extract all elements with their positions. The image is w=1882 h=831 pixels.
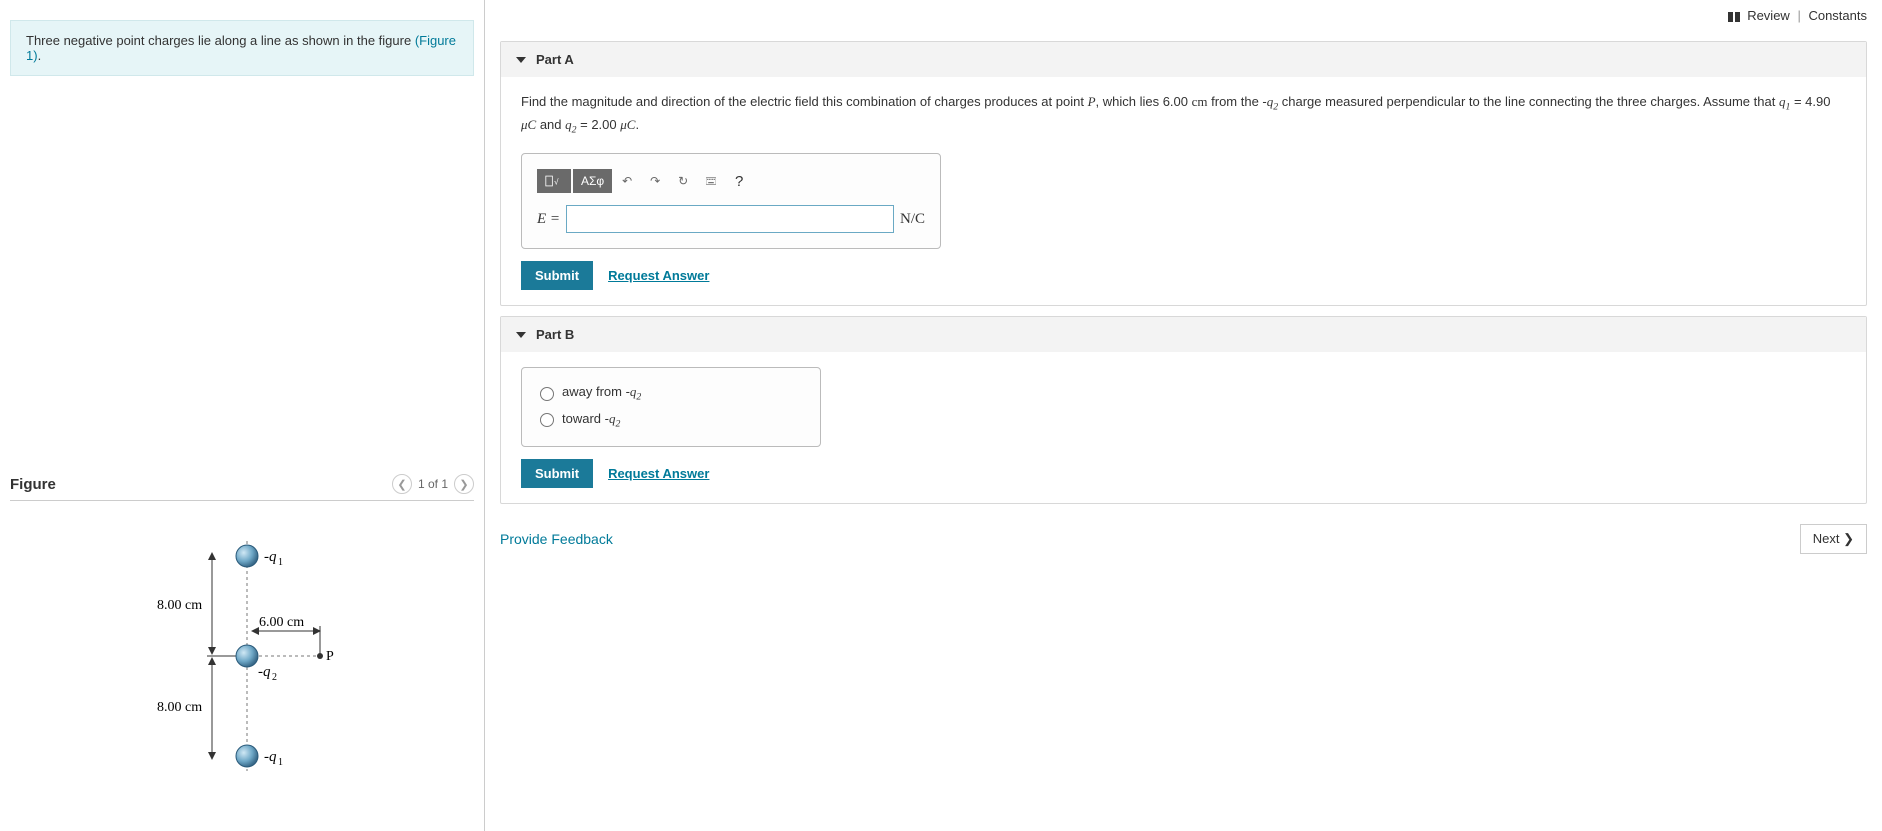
- q-unit: μC: [521, 117, 536, 132]
- q-unit: cm: [1192, 94, 1208, 109]
- part-b-section: Part B away from -q2 toward -q2 Submit R…: [500, 316, 1867, 503]
- templates-button[interactable]: √: [537, 169, 571, 193]
- answer-box: √ ΑΣφ ↶ ↷ ↻ ? E = N/C: [521, 153, 941, 249]
- redo-button[interactable]: ↷: [642, 169, 668, 193]
- svg-text:2: 2: [272, 672, 277, 683]
- q-text: .: [635, 117, 639, 132]
- answer-input[interactable]: [566, 205, 894, 233]
- option-label: toward -q2: [562, 411, 620, 430]
- part-a-question: Find the magnitude and direction of the …: [521, 92, 1846, 138]
- chevron-down-icon: [516, 332, 526, 338]
- svg-text:8.00 cm: 8.00 cm: [157, 700, 202, 715]
- option-away[interactable]: away from -q2: [540, 380, 802, 407]
- top-links: Review | Constants: [485, 0, 1882, 31]
- radio-toward[interactable]: [540, 413, 554, 427]
- provide-feedback-link[interactable]: Provide Feedback: [500, 531, 613, 547]
- part-a-section: Part A Find the magnitude and direction …: [500, 41, 1867, 306]
- review-link[interactable]: Review: [1747, 8, 1790, 23]
- templates-icon: √: [545, 174, 563, 188]
- svg-text:√: √: [554, 178, 559, 187]
- radio-away[interactable]: [540, 387, 554, 401]
- radio-options: away from -q2 toward -q2: [521, 367, 821, 446]
- svg-text:-q: -q: [264, 749, 277, 765]
- svg-text:1: 1: [278, 757, 283, 768]
- request-answer-a[interactable]: Request Answer: [608, 268, 709, 283]
- equation-toolbar: √ ΑΣφ ↶ ↷ ↻ ?: [537, 169, 925, 193]
- keyboard-icon: [706, 175, 716, 187]
- help-button[interactable]: ?: [726, 169, 752, 193]
- figure-next-button[interactable]: ❯: [454, 474, 474, 494]
- part-b-header[interactable]: Part B: [501, 317, 1866, 352]
- symbols-button[interactable]: ΑΣφ: [573, 169, 612, 193]
- q-unit: μC: [620, 117, 635, 132]
- q-var: P: [1088, 94, 1096, 109]
- problem-intro: Three negative point charges lie along a…: [10, 20, 474, 76]
- intro-text: Three negative point charges lie along a…: [26, 33, 415, 48]
- intro-suffix: .: [38, 48, 42, 63]
- separator: |: [1797, 8, 1800, 23]
- svg-text:1: 1: [278, 557, 283, 568]
- submit-button-b[interactable]: Submit: [521, 459, 593, 488]
- part-b-title: Part B: [536, 327, 574, 342]
- right-panel: Review | Constants Part A Find the magni…: [485, 0, 1882, 831]
- feedback-row: Provide Feedback Next ❯: [485, 514, 1882, 569]
- figure-nav: ❮ 1 of 1 ❯: [392, 474, 474, 494]
- flag-icon: [1728, 12, 1740, 22]
- q-var: q1: [1779, 94, 1790, 109]
- answer-unit: N/C: [900, 211, 925, 228]
- keyboard-button[interactable]: [698, 169, 724, 193]
- q-text: = 2.00: [577, 117, 621, 132]
- chevron-down-icon: [516, 57, 526, 63]
- figure-diagram: -q1 -q2 -q1 P 8.00 cm 8.00 cm 6.00 cm: [127, 521, 357, 781]
- request-answer-b[interactable]: Request Answer: [608, 466, 709, 481]
- part-a-title: Part A: [536, 52, 574, 67]
- equals: =: [546, 211, 560, 227]
- opt-text: toward -: [562, 411, 609, 426]
- submit-button-a[interactable]: Submit: [521, 261, 593, 290]
- constants-link[interactable]: Constants: [1808, 8, 1867, 23]
- reset-button[interactable]: ↻: [670, 169, 696, 193]
- svg-text:6.00 cm: 6.00 cm: [259, 615, 304, 630]
- q-text: and: [536, 117, 565, 132]
- q-text: from the -: [1208, 94, 1267, 109]
- q-var: q2: [1267, 94, 1278, 109]
- figure-title: Figure: [10, 476, 56, 493]
- figure-counter: 1 of 1: [418, 477, 448, 491]
- option-toward[interactable]: toward -q2: [540, 407, 802, 434]
- option-label: away from -q2: [562, 384, 641, 403]
- answer-var: E: [537, 211, 546, 227]
- part-a-header[interactable]: Part A: [501, 42, 1866, 77]
- opt-var: q2: [630, 384, 641, 399]
- next-button[interactable]: Next ❯: [1800, 524, 1867, 554]
- opt-var: q2: [609, 411, 620, 426]
- q-var: q2: [565, 117, 576, 132]
- svg-text:-q: -q: [264, 549, 277, 565]
- opt-text: away from -: [562, 384, 630, 399]
- q-text: Find the magnitude and direction of the …: [521, 94, 1088, 109]
- figure-prev-button[interactable]: ❮: [392, 474, 412, 494]
- undo-button[interactable]: ↶: [614, 169, 640, 193]
- q-text: charge measured perpendicular to the lin…: [1278, 94, 1779, 109]
- svg-text:-q: -q: [258, 664, 271, 680]
- q-text: = 4.90: [1790, 94, 1830, 109]
- svg-text:P: P: [326, 649, 334, 664]
- figure-section: Figure ❮ 1 of 1 ❯: [10, 474, 474, 781]
- left-panel: Three negative point charges lie along a…: [0, 0, 485, 831]
- q-text: , which lies 6.00: [1096, 94, 1192, 109]
- svg-text:8.00 cm: 8.00 cm: [157, 598, 202, 613]
